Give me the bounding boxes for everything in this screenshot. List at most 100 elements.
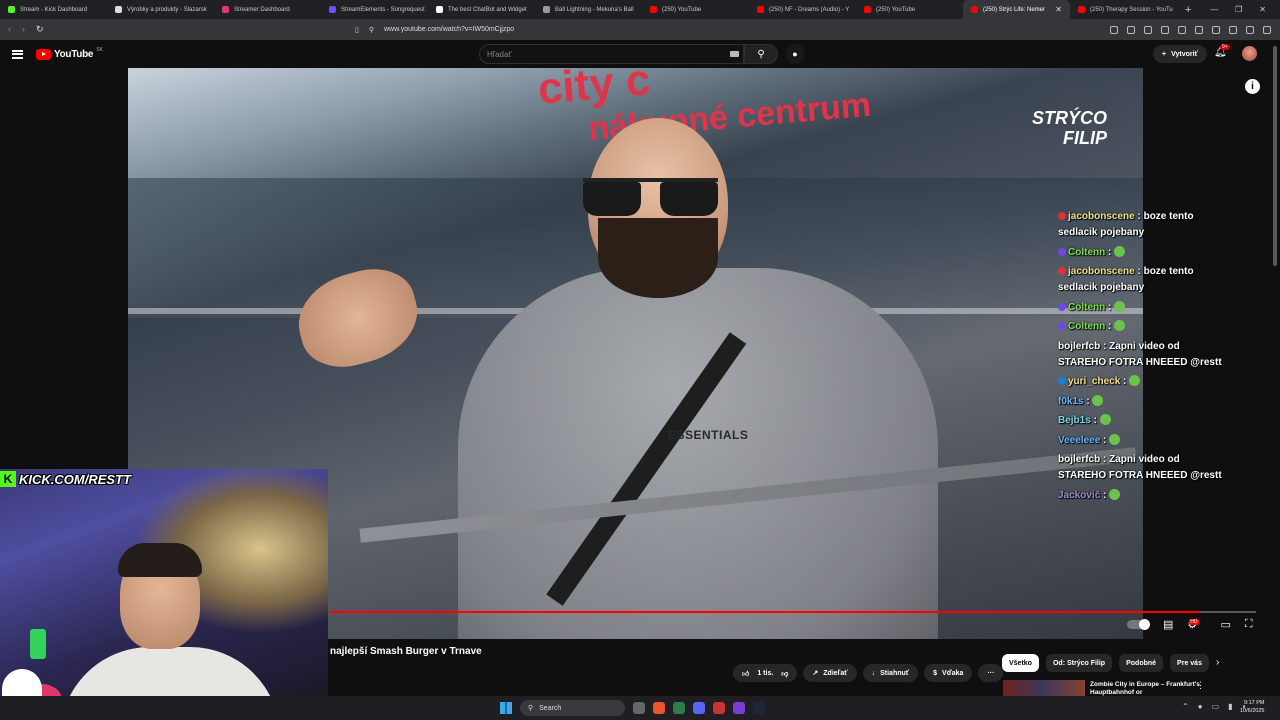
taskbar-search[interactable]: ⚲ Search: [520, 700, 625, 716]
reload-icon[interactable]: ↻: [36, 24, 44, 35]
browser-tab[interactable]: (250) YouTube: [856, 0, 963, 19]
chat-username: Coltenn: [1068, 301, 1106, 313]
browser-tab[interactable]: StreamElements - Songrequest: [321, 0, 428, 19]
badge-icon: [1058, 267, 1066, 275]
recommendation-title[interactable]: Zombie City in Europe – Frankfurt's Haup…: [1090, 681, 1203, 697]
close-tab-icon[interactable]: ✕: [1055, 5, 1062, 14]
clock[interactable]: 9:17 PM 10/6/2025: [1240, 699, 1264, 715]
fullscreen-icon[interactable]: ⛶: [1245, 618, 1253, 631]
theater-mode-icon[interactable]: ▭: [1221, 618, 1231, 631]
extension-icon[interactable]: [1110, 25, 1118, 34]
tab-label: (250) YouTube: [662, 6, 702, 13]
brave-browser-icon[interactable]: [653, 702, 665, 714]
browser-tab[interactable]: (250) Therapy Session - YouTu: [1070, 0, 1177, 19]
autoplay-toggle[interactable]: [1127, 619, 1150, 630]
tab-favicon-icon: [222, 6, 229, 13]
extension-icon[interactable]: [1144, 25, 1152, 34]
badge-icon: [1058, 212, 1066, 220]
network-icon[interactable]: ▮: [1228, 702, 1232, 711]
app-icon[interactable]: [713, 702, 725, 714]
site-info-icon[interactable]: ⚲: [369, 26, 374, 34]
chat-message: jacobonscene : boze tento sedlacik pojeb…: [1058, 209, 1228, 241]
extension-icon[interactable]: [1229, 25, 1237, 34]
create-button[interactable]: + Vytvoriť: [1153, 45, 1207, 63]
browser-tab[interactable]: (250) YouTube: [642, 0, 749, 19]
menu-icon[interactable]: [12, 49, 23, 59]
progress-bar[interactable]: [330, 611, 1256, 613]
youtube-logo[interactable]: YouTube SK: [36, 47, 103, 60]
url-field[interactable]: ▯ ⚲ www.youtube.com/watch?v=IW50mCjjzpo: [355, 26, 841, 34]
share-label: Zdieľať: [823, 669, 848, 677]
system-tray: ⌃ ● ▭ ▮ ◖: [1182, 702, 1246, 711]
badge-icon: [1058, 322, 1066, 330]
new-tab-button[interactable]: +: [1177, 4, 1199, 16]
filter-chip[interactable]: Všetko: [1002, 654, 1039, 672]
recommendation-item[interactable]: Zombie City in Europe – Frankfurt's Haup…: [1003, 680, 1205, 697]
thanks-label: Vďaka: [942, 669, 964, 677]
filter-chip[interactable]: Podobné: [1119, 654, 1164, 672]
person-beard: [598, 218, 718, 298]
chat-separator: :: [1134, 211, 1144, 222]
extension-icon[interactable]: [1212, 25, 1220, 34]
display-icon[interactable]: ▭: [1212, 702, 1220, 711]
notifications-button[interactable]: 🔔︎ 9+: [1214, 44, 1230, 58]
search-button[interactable]: ⚲: [744, 44, 778, 64]
avatar[interactable]: [1242, 46, 1257, 61]
tab-favicon-icon: [757, 6, 764, 13]
like-dislike-button[interactable]: 👍︎ 1 tis. 👎︎: [733, 664, 798, 682]
minimize-icon[interactable]: —: [1210, 5, 1218, 14]
extension-icon[interactable]: [1127, 25, 1135, 34]
steam-icon[interactable]: [753, 702, 765, 714]
more-icon[interactable]: ⋮: [1196, 680, 1205, 691]
obs-icon[interactable]: [733, 702, 745, 714]
search-input[interactable]: Hľadať: [479, 44, 744, 64]
forward-icon[interactable]: ›: [22, 24, 25, 35]
extension-icon[interactable]: [1178, 25, 1186, 34]
more-actions-button[interactable]: ···: [978, 664, 1004, 682]
browser-tab[interactable]: Streamer Dashboard: [214, 0, 321, 19]
back-icon[interactable]: ‹: [8, 24, 11, 35]
thanks-button[interactable]: $ Vďaka: [924, 664, 973, 682]
task-view-icon[interactable]: [633, 702, 645, 714]
filter-chip[interactable]: Od: Strýco Filip: [1045, 654, 1113, 672]
microphone-icon[interactable]: ●: [1198, 702, 1203, 711]
chevron-up-icon[interactable]: ⌃: [1182, 702, 1189, 711]
chat-username: Bejb1s: [1058, 415, 1091, 426]
filter-chip[interactable]: Pre vás: [1170, 654, 1209, 672]
thumbs-up-icon[interactable]: 👍︎: [742, 669, 749, 678]
excel-icon[interactable]: [673, 702, 685, 714]
recommendation-thumbnail[interactable]: [1003, 680, 1085, 696]
url-text[interactable]: www.youtube.com/watch?v=IW50mCjjzpo: [384, 26, 514, 33]
windows-start-icon[interactable]: [500, 702, 512, 714]
share-button[interactable]: ↗ Zdieľať: [803, 664, 857, 682]
browser-tab[interactable]: (250) Strýc Life: Nemer ✕: [963, 0, 1070, 19]
extension-icon[interactable]: [1195, 25, 1203, 34]
create-label: Vytvoriť: [1171, 50, 1198, 58]
scrollbar[interactable]: [1273, 46, 1277, 266]
settings-icon[interactable]: ⚙HD: [1187, 618, 1206, 631]
download-button[interactable]: ↓ Stiahnuť: [862, 664, 919, 682]
notification-badge: 9+: [1220, 44, 1230, 50]
chat-message: Coltenn :: [1058, 319, 1228, 335]
close-window-icon[interactable]: ✕: [1259, 5, 1266, 14]
restore-icon[interactable]: ❐: [1235, 5, 1242, 14]
chat-username: Coltenn: [1068, 321, 1106, 332]
extension-icon[interactable]: [1246, 25, 1254, 34]
subtitles-icon[interactable]: ▤: [1163, 618, 1173, 631]
browser-tab[interactable]: (250) NF - Dreams (Audio) - Y: [749, 0, 856, 19]
browser-tab[interactable]: Ball Lightning - Mekuna's Ball: [535, 0, 642, 19]
video-title: najlepší Smash Burger v Trnave: [330, 646, 482, 657]
browser-tab[interactable]: The best ChatBot and Widget: [428, 0, 535, 19]
chevron-right-icon[interactable]: ›: [1216, 654, 1219, 672]
thumbs-down-icon[interactable]: 👎︎: [781, 669, 788, 678]
info-icon[interactable]: i: [1245, 79, 1260, 94]
bookmark-icon[interactable]: ▯: [355, 26, 359, 34]
browser-tab[interactable]: Stream - Kick Dashboard: [0, 0, 107, 19]
browser-tab[interactable]: Výrobky a produkty - Slazarsk: [107, 0, 214, 19]
discord-icon[interactable]: [693, 702, 705, 714]
tab-favicon-icon: [8, 6, 15, 13]
extension-icon[interactable]: [1263, 25, 1271, 34]
voice-search-button[interactable]: ●: [785, 44, 805, 64]
keyboard-icon[interactable]: [730, 51, 739, 57]
extension-icon[interactable]: [1161, 25, 1169, 34]
